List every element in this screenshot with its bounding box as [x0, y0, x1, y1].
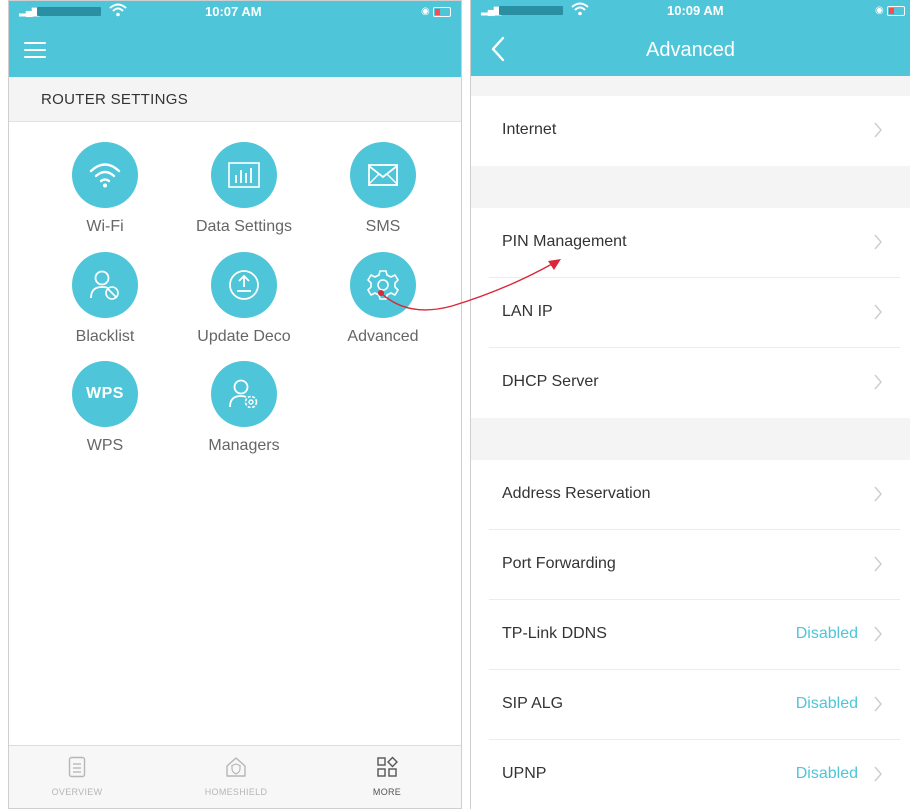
row-label: SIP ALG — [502, 695, 564, 712]
document-icon — [68, 756, 86, 782]
tile-label: WPS — [86, 437, 124, 454]
phone-screen-more: ▂▄▆ 10:07 AM ◉ ROUTER SETTINGS Wi-Fi Dat… — [8, 0, 462, 809]
group-spacer — [471, 166, 910, 208]
grid-icon — [376, 756, 398, 782]
wifi-status-icon — [109, 3, 127, 20]
row-dhcp-server[interactable]: DHCP Server — [471, 348, 910, 418]
tile-data-settings[interactable]: Data Settings — [179, 142, 309, 236]
row-pin-management[interactable]: PIN Management — [471, 208, 910, 278]
status-time: 10:07 AM — [205, 4, 262, 19]
row-port-forwarding[interactable]: Port Forwarding — [471, 530, 910, 600]
tab-label: HOMESHIELD — [204, 787, 268, 797]
row-label: Internet — [502, 121, 557, 138]
tile-label: Managers — [208, 437, 280, 454]
chevron-right-icon — [874, 696, 882, 712]
tile-sms[interactable]: SMS — [318, 142, 448, 236]
home-shield-icon — [225, 757, 247, 782]
signal-icon: ▂▄▆ — [19, 6, 39, 17]
bar-chart-icon — [211, 142, 277, 208]
chevron-right-icon — [874, 766, 882, 782]
gear-icon — [350, 252, 416, 318]
upload-icon — [211, 252, 277, 318]
wps-icon: WPS — [72, 361, 138, 427]
tab-more[interactable]: MORE — [337, 756, 437, 797]
tile-label: Advanced — [347, 328, 419, 345]
nav-bar — [9, 23, 461, 77]
chevron-right-icon — [874, 234, 882, 250]
chevron-right-icon — [874, 556, 882, 572]
row-lan-ip[interactable]: LAN IP — [471, 278, 910, 348]
tab-label: MORE — [372, 787, 402, 797]
row-sip-alg[interactable]: SIP ALG Disabled — [471, 670, 910, 740]
tab-overview[interactable]: OVERVIEW — [27, 756, 127, 797]
phone-screen-advanced: ▂▄▆ 10:09 AM ◉ Advanced Internet PIN Man… — [470, 0, 910, 809]
chevron-right-icon — [874, 626, 882, 642]
row-internet[interactable]: Internet — [471, 96, 910, 166]
tile-blacklist[interactable]: Blacklist — [40, 252, 170, 346]
wifi-status-icon — [571, 2, 589, 19]
status-value: Disabled — [795, 765, 858, 782]
tab-label: OVERVIEW — [51, 787, 103, 797]
envelope-icon — [350, 142, 416, 208]
row-label: Address Reservation — [502, 485, 651, 502]
section-title: ROUTER SETTINGS — [41, 91, 189, 108]
tile-label: SMS — [365, 218, 401, 235]
group-spacer — [471, 76, 910, 96]
tab-homeshield[interactable]: HOMESHIELD — [186, 756, 286, 797]
chevron-right-icon — [874, 486, 882, 502]
nav-bar: Advanced — [471, 22, 910, 76]
battery-icon: ◉ — [421, 6, 451, 17]
status-bar: ▂▄▆ 10:07 AM ◉ — [9, 1, 461, 23]
chevron-right-icon — [874, 374, 882, 390]
row-tp-link-ddns[interactable]: TP-Link DDNS Disabled — [471, 600, 910, 670]
tile-label: Wi-Fi — [86, 218, 124, 235]
wifi-icon — [72, 142, 138, 208]
status-bar: ▂▄▆ 10:09 AM ◉ — [471, 0, 910, 22]
tile-update-deco[interactable]: Update Deco — [179, 252, 309, 346]
status-time: 10:09 AM — [667, 3, 724, 18]
tile-label: Data Settings — [195, 218, 293, 235]
chevron-right-icon — [874, 304, 882, 320]
tile-label: Blacklist — [75, 328, 135, 345]
tile-managers[interactable]: Managers — [179, 361, 309, 455]
row-upnp[interactable]: UPNP Disabled — [471, 740, 910, 809]
user-gear-icon — [211, 361, 277, 427]
tile-advanced[interactable]: Advanced — [318, 252, 448, 346]
signal-icon: ▂▄▆ — [481, 5, 501, 16]
blocked-user-icon — [72, 252, 138, 318]
row-label: TP-Link DDNS — [502, 625, 607, 642]
tile-label: Update Deco — [197, 328, 291, 345]
tile-wps[interactable]: WPS WPS — [40, 361, 170, 455]
row-label: PIN Management — [502, 233, 627, 250]
chevron-right-icon — [874, 122, 882, 138]
tile-wifi[interactable]: Wi-Fi — [40, 142, 170, 236]
status-value: Disabled — [795, 625, 858, 642]
row-label: LAN IP — [502, 303, 553, 320]
page-title: Advanced — [646, 39, 735, 61]
battery-icon: ◉ — [875, 5, 905, 16]
group-spacer — [471, 418, 910, 460]
carrier-name — [37, 7, 101, 16]
row-label: Port Forwarding — [502, 555, 616, 572]
section-header: ROUTER SETTINGS — [9, 77, 461, 122]
row-address-reservation[interactable]: Address Reservation — [471, 460, 910, 530]
row-label: UPNP — [502, 765, 547, 782]
tab-bar: OVERVIEW HOMESHIELD MORE — [9, 745, 461, 808]
row-label: DHCP Server — [502, 373, 599, 390]
carrier-name — [499, 6, 563, 15]
menu-icon[interactable] — [24, 42, 46, 58]
status-value: Disabled — [795, 695, 858, 712]
